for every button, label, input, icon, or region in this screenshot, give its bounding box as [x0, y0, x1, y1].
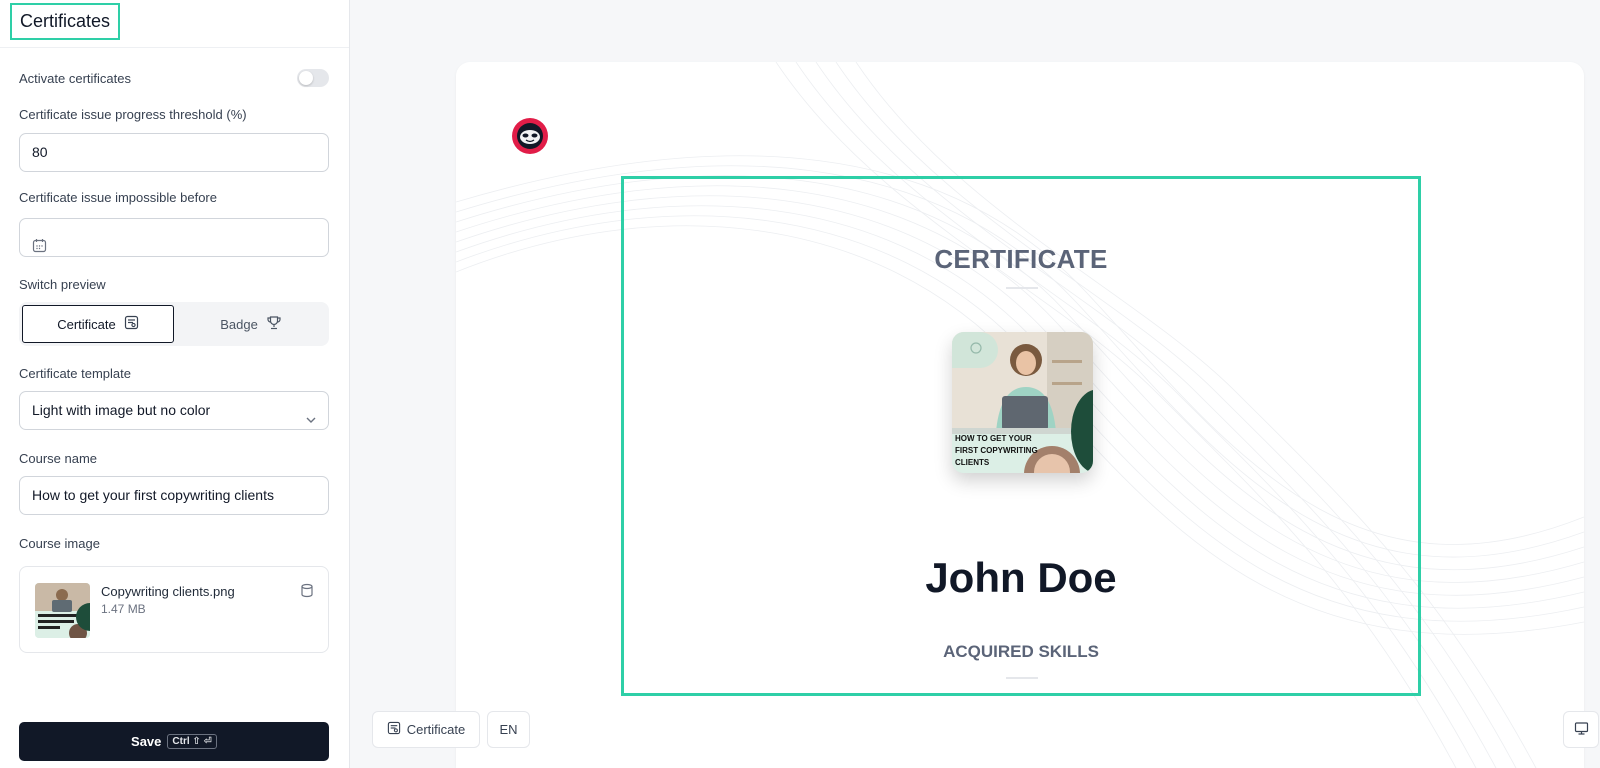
switch-badge-button[interactable]: Badge — [175, 305, 327, 343]
skills-divider — [1006, 677, 1038, 679]
activate-certificates-label: Activate certificates — [19, 71, 131, 86]
template-value: Light with image but no color — [32, 402, 211, 418]
save-shortcut: Ctrl ⇧ ⏎ — [167, 734, 217, 749]
switch-preview-label: Switch preview — [19, 277, 106, 292]
panel-header: Certificates — [0, 0, 349, 48]
toggle-knob — [299, 71, 313, 85]
skills-title: ACQUIRED SKILLS — [943, 642, 1099, 661]
impossible-before-date-input[interactable] — [19, 218, 329, 257]
panel-title: Certificates — [10, 3, 121, 40]
certificate-icon — [387, 721, 401, 738]
language-button[interactable]: EN — [487, 711, 530, 748]
trash-icon[interactable] — [300, 583, 314, 603]
desktop-view-button[interactable] — [1563, 711, 1599, 748]
switch-badge-label: Badge — [220, 316, 258, 332]
course-image: HOW TO GET YOUR FIRST COPYWRITING CLIENT… — [952, 332, 1093, 473]
switch-certificate-button[interactable]: Certificate — [22, 305, 174, 343]
course-image-label: Course image — [19, 536, 100, 551]
activate-certificates-toggle[interactable] — [297, 69, 329, 87]
course-image-thumbnail — [35, 583, 90, 638]
title-divider — [1006, 287, 1038, 289]
monitor-icon — [1574, 721, 1589, 739]
course-image-caption: HOW TO GET YOUR FIRST COPYWRITING CLIENT… — [955, 434, 1038, 467]
course-name-input[interactable]: How to get your first copywriting client… — [19, 476, 329, 515]
chevron-down-icon — [304, 404, 318, 441]
file-name: Copywriting clients.png — [101, 584, 235, 599]
threshold-input[interactable]: 80 — [19, 133, 329, 172]
activate-certificates-row: Activate certificates — [19, 69, 329, 87]
course-image-upload: Copywriting clients.png 1.47 MB — [19, 566, 329, 653]
settings-panel: Certificates Activate certificates Certi… — [0, 0, 350, 768]
trophy-icon — [266, 315, 282, 334]
file-size: 1.47 MB — [101, 602, 146, 616]
recipient-name: John Doe — [925, 554, 1117, 601]
preview-switch: Certificate Badge — [19, 302, 329, 346]
preview-mode-button[interactable]: Certificate — [372, 711, 480, 748]
threshold-label: Certificate issue progress threshold (%) — [19, 107, 247, 122]
save-label: Save — [131, 734, 162, 749]
impossible-before-label: Certificate issue impossible before — [19, 190, 217, 205]
certificate-icon — [124, 315, 139, 333]
course-name-label: Course name — [19, 451, 98, 466]
certificate-title: CERTIFICATE — [934, 244, 1108, 274]
template-select[interactable]: Light with image but no color — [19, 391, 329, 430]
calendar-icon — [32, 230, 47, 253]
brand-logo — [512, 118, 548, 154]
language-label: EN — [499, 722, 518, 737]
save-button[interactable]: Save Ctrl ⇧ ⏎ — [19, 722, 329, 761]
preview-mode-label: Certificate — [406, 722, 466, 737]
template-label: Certificate template — [19, 366, 131, 381]
certificate-content-box: CERTIFICATE HOW TO GET YOUR FIRST COPYWR… — [621, 176, 1421, 696]
switch-certificate-label: Certificate — [57, 316, 116, 332]
